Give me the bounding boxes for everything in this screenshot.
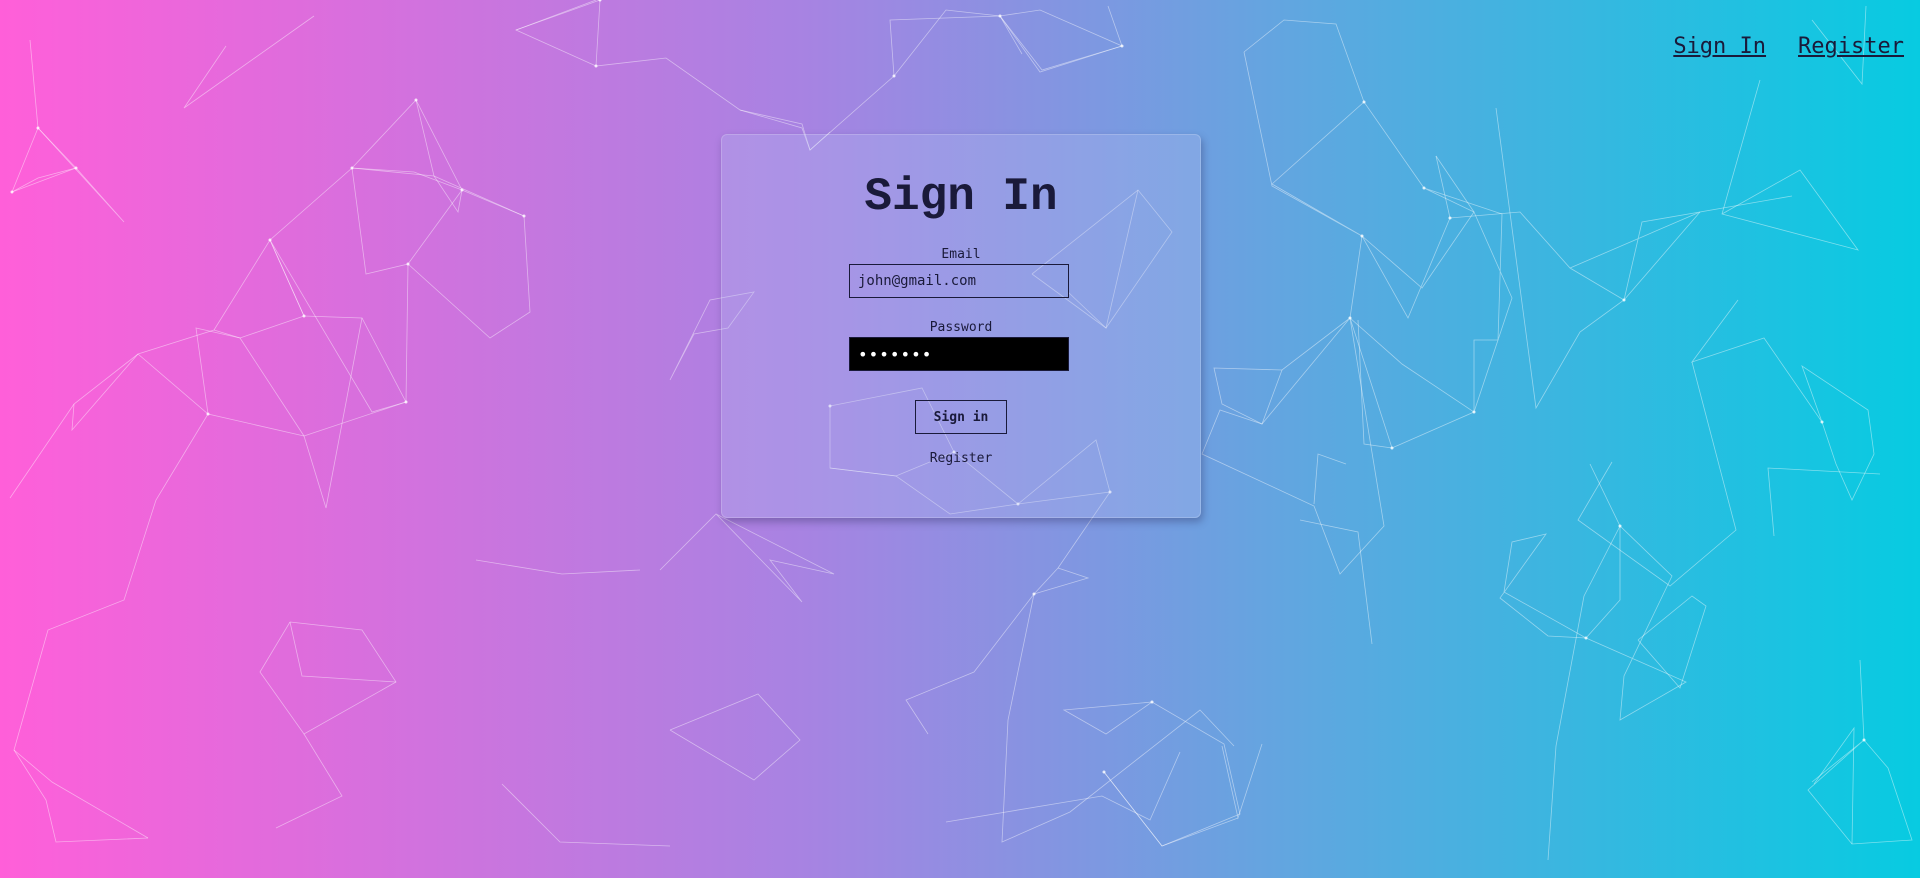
- register-link[interactable]: Register: [722, 451, 1200, 466]
- password-field[interactable]: [849, 337, 1069, 371]
- password-label: Password: [929, 320, 993, 335]
- page-title: Sign In: [864, 171, 1058, 223]
- page-background: Sign In Register Sign In Email Password …: [0, 0, 1920, 881]
- email-label: Email: [941, 247, 981, 262]
- top-navigation: Sign In Register: [1673, 34, 1904, 59]
- nav-register-link[interactable]: Register: [1798, 34, 1904, 59]
- sign-in-card: Sign In Email Password Sign in Register: [721, 134, 1201, 518]
- email-field[interactable]: [849, 264, 1069, 298]
- sign-in-button[interactable]: Sign in: [915, 400, 1007, 434]
- nav-sign-in-link[interactable]: Sign In: [1673, 34, 1766, 59]
